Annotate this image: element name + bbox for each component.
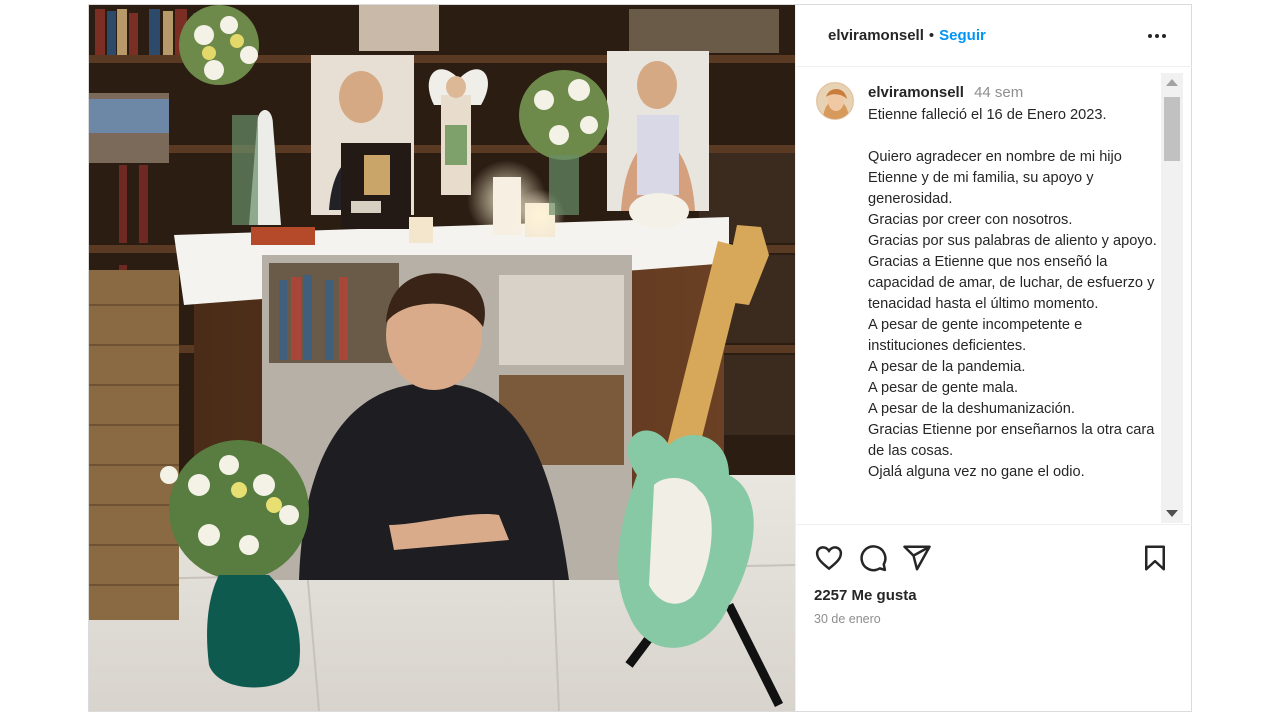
post-time[interactable]: 44 sem <box>974 84 1023 101</box>
action-icons <box>814 543 1174 575</box>
comment-icon[interactable] <box>858 543 890 575</box>
more-options-icon[interactable] <box>1144 23 1170 49</box>
like-count[interactable]: 2257 Me gusta <box>814 587 917 604</box>
post-side-panel: elviramonsell • Seguir elviramonsell 44 … <box>795 5 1192 711</box>
instagram-post: elviramonsell • Seguir elviramonsell 44 … <box>88 4 1192 712</box>
scrollbar[interactable] <box>1161 73 1183 523</box>
follow-button[interactable]: Seguir <box>939 27 986 44</box>
post-actions: 2257 Me gusta 30 de enero <box>796 524 1192 711</box>
header-separator: • <box>928 27 935 44</box>
heart-icon[interactable] <box>814 543 846 575</box>
post-caption: Etienne falleció el 16 de Enero 2023. Qu… <box>868 105 1158 483</box>
comments-area[interactable]: elviramonsell 44 sem Etienne falleció el… <box>796 68 1192 523</box>
scroll-up-icon[interactable] <box>1166 79 1178 86</box>
post-photo[interactable] <box>89 5 795 711</box>
avatar[interactable] <box>816 82 854 120</box>
scroll-down-icon[interactable] <box>1166 510 1178 517</box>
framed-photo-top <box>359 5 439 51</box>
caption-username[interactable]: elviramonsell <box>868 84 964 101</box>
scrollbar-thumb[interactable] <box>1164 97 1180 161</box>
large-portrait-photo <box>262 255 632 580</box>
share-icon[interactable] <box>902 543 934 575</box>
bookmark-icon[interactable] <box>1140 543 1172 575</box>
wicker-basket <box>89 270 179 620</box>
post-date[interactable]: 30 de enero <box>814 612 881 626</box>
header-username[interactable]: elviramonsell <box>828 27 924 44</box>
post-header: elviramonsell • Seguir <box>796 5 1192 67</box>
memorial-altar-photo <box>89 5 795 711</box>
caption-text: Etienne falleció el 16 de Enero 2023. Qu… <box>868 107 1157 480</box>
caption-header: elviramonsell 44 sem <box>868 84 1023 101</box>
